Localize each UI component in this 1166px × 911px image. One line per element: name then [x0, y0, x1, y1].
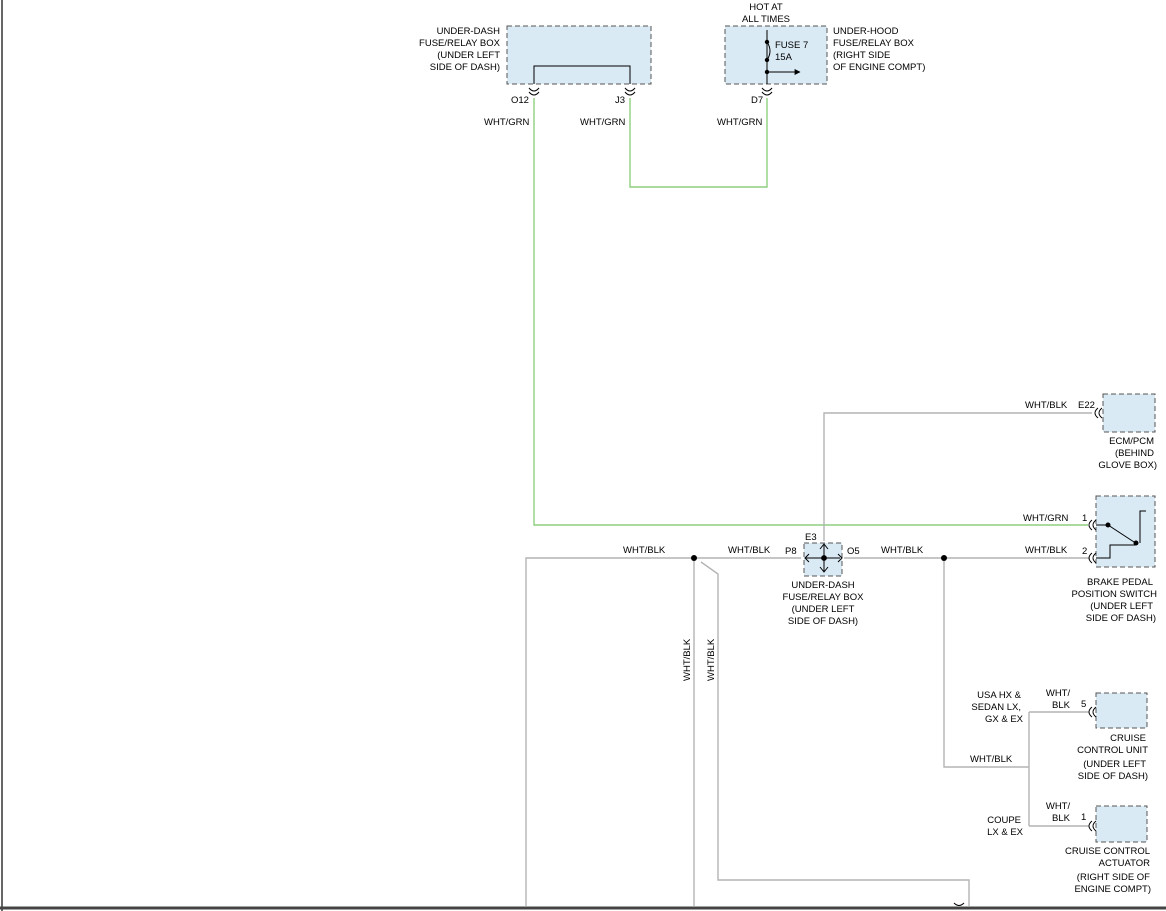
- svg-text:(RIGHT SIDE: (RIGHT SIDE: [833, 50, 890, 61]
- svg-text:SIDE OF DASH): SIDE OF DASH): [1086, 613, 1156, 624]
- svg-text:LX & EX: LX & EX: [987, 827, 1024, 838]
- svg-text:(UNDER LEFT: (UNDER LEFT: [1090, 601, 1153, 612]
- svg-text:CRUISE CONTROL: CRUISE CONTROL: [1065, 846, 1150, 857]
- cruise-actuator-label: CRUISE CONTROL ACTUATOR (RIGHT SIDE OF E…: [1065, 846, 1151, 895]
- svg-text:OF ENGINE COMPT): OF ENGINE COMPT): [833, 62, 925, 73]
- svg-text:SIDE OF DASH): SIDE OF DASH): [430, 62, 500, 73]
- svg-text:HOT AT: HOT AT: [749, 2, 783, 13]
- pin-d7: D7: [751, 95, 763, 106]
- svg-text:COUPE: COUPE: [987, 815, 1021, 826]
- wire-label: WHT/GRN: [484, 117, 530, 128]
- svg-text:SEDAN LX,: SEDAN LX,: [971, 702, 1021, 713]
- svg-text:GX & EX: GX & EX: [985, 714, 1024, 725]
- pin-o5: O5: [847, 546, 860, 557]
- wire-label-cruise-unit: WHT/ BLK: [1046, 688, 1071, 711]
- svg-text:(BEHIND: (BEHIND: [1115, 448, 1154, 459]
- component-boxes: [506, 25, 1156, 843]
- fuse-name: FUSE 7: [775, 40, 808, 51]
- svg-text:FUSE/RELAY BOX: FUSE/RELAY BOX: [419, 38, 501, 49]
- svg-text:BLK: BLK: [1052, 813, 1071, 824]
- cruise-actuator-box: [1095, 805, 1148, 843]
- wire-label: WHT/BLK: [706, 638, 717, 681]
- variant-coupe-label: COUPE LX & EX: [987, 815, 1024, 838]
- cruise-unit-label: CRUISE CONTROL UNIT (UNDER LEFT SIDE OF …: [1077, 733, 1148, 782]
- connector-arcs: [528, 87, 1103, 906]
- wire-j3-to-d7: [629, 98, 768, 188]
- wire-label: WHT/GRN: [717, 117, 763, 128]
- underdash-mid-label: UNDER-DASH FUSE/RELAY BOX (UNDER LEFT SI…: [783, 580, 865, 627]
- pin-brake-1: 1: [1082, 513, 1087, 524]
- pin-e22: E22: [1078, 400, 1095, 411]
- svg-text:ALL TIMES: ALL TIMES: [742, 14, 790, 25]
- wire-left-vertical: [525, 557, 801, 906]
- fuse-rating: 15A: [775, 52, 793, 63]
- svg-text:ACTUATOR: ACTUATOR: [1099, 858, 1151, 869]
- underhood-label: UNDER-HOOD FUSE/RELAY BOX (RIGHT SIDE OF…: [833, 26, 925, 73]
- ecm-box: [1102, 393, 1156, 433]
- splice-right: [941, 555, 947, 561]
- svg-text:(RIGHT SIDE OF: (RIGHT SIDE OF: [1077, 872, 1150, 883]
- underdash-top-box: [506, 25, 652, 85]
- pin-cruise-act-1: 1: [1081, 812, 1086, 823]
- wire-label: WHT/GRN: [580, 117, 626, 128]
- pin-p8: P8: [785, 546, 797, 557]
- wire-label: WHT/BLK: [881, 545, 924, 556]
- wire-label: WHT/GRN: [1023, 513, 1069, 524]
- svg-text:(UNDER LEFT: (UNDER LEFT: [1083, 759, 1146, 770]
- wiring-diagram: FUSE 7 15A UNDER-DASH FUSE/RELAY BOX (UN…: [0, 0, 1166, 911]
- wire-label: WHT/BLK: [1025, 400, 1068, 411]
- svg-text:BRAKE PEDAL: BRAKE PEDAL: [1087, 577, 1153, 588]
- svg-text:CONTROL UNIT: CONTROL UNIT: [1077, 745, 1148, 756]
- svg-text:ECM/PCM: ECM/PCM: [1109, 436, 1154, 447]
- hot-at-all-times-label: HOT AT ALL TIMES: [742, 2, 790, 25]
- svg-text:FUSE/RELAY BOX: FUSE/RELAY BOX: [833, 38, 915, 49]
- svg-text:UNDER-DASH: UNDER-DASH: [437, 26, 500, 37]
- wire-o12-to-brake: [533, 98, 1088, 526]
- pin-e3: E3: [805, 532, 817, 543]
- svg-text:UNDER-HOOD: UNDER-HOOD: [833, 26, 899, 37]
- svg-text:UNDER-DASH: UNDER-DASH: [791, 580, 854, 591]
- svg-text:USA HX &: USA HX &: [977, 690, 1021, 701]
- svg-text:WHT/: WHT/: [1046, 801, 1071, 812]
- brake-switch-box: [1095, 495, 1156, 568]
- ecm-label: ECM/PCM (BEHIND GLOVE BOX): [1098, 436, 1157, 471]
- brake-switch-label: BRAKE PEDAL POSITION SWITCH (UNDER LEFT …: [1072, 577, 1158, 624]
- wire-label: WHT/BLK: [682, 638, 693, 681]
- svg-text:POSITION SWITCH: POSITION SWITCH: [1072, 589, 1158, 600]
- underdash-top-label: UNDER-DASH FUSE/RELAY BOX (UNDER LEFT SI…: [419, 26, 501, 73]
- wire-label: WHT/BLK: [1025, 545, 1068, 556]
- wire-splice2-down: [943, 558, 1029, 768]
- svg-text:SIDE OF DASH): SIDE OF DASH): [788, 616, 858, 627]
- pin-o12: O12: [511, 95, 529, 106]
- cruise-unit-box: [1095, 692, 1148, 729]
- schematic: FUSE 7 15A UNDER-DASH FUSE/RELAY BOX (UN…: [0, 0, 1166, 911]
- svg-text:SIDE OF DASH): SIDE OF DASH): [1078, 771, 1148, 782]
- svg-text:CRUISE: CRUISE: [1110, 733, 1146, 744]
- wire-label-cruise-actuator: WHT/ BLK: [1046, 801, 1071, 824]
- svg-text:(UNDER LEFT: (UNDER LEFT: [437, 50, 500, 61]
- pin-brake-2: 2: [1082, 546, 1087, 557]
- wire-label: WHT/BLK: [728, 545, 771, 556]
- svg-text:FUSE/RELAY BOX: FUSE/RELAY BOX: [783, 592, 865, 603]
- pin-j3: J3: [615, 95, 625, 106]
- variant-usa-label: USA HX & SEDAN LX, GX & EX: [971, 690, 1023, 725]
- splice-left: [691, 555, 697, 561]
- svg-text:BLK: BLK: [1052, 700, 1071, 711]
- pin-cruise-unit-5: 5: [1081, 699, 1086, 710]
- green-wires: [533, 98, 1088, 526]
- svg-text:(UNDER LEFT: (UNDER LEFT: [792, 604, 855, 615]
- svg-text:ENGINE COMPT): ENGINE COMPT): [1074, 884, 1151, 895]
- wire-label: WHT/BLK: [970, 754, 1013, 765]
- svg-text:GLOVE BOX): GLOVE BOX): [1098, 460, 1157, 471]
- svg-text:WHT/: WHT/: [1046, 688, 1071, 699]
- wire-label: WHT/BLK: [623, 545, 666, 556]
